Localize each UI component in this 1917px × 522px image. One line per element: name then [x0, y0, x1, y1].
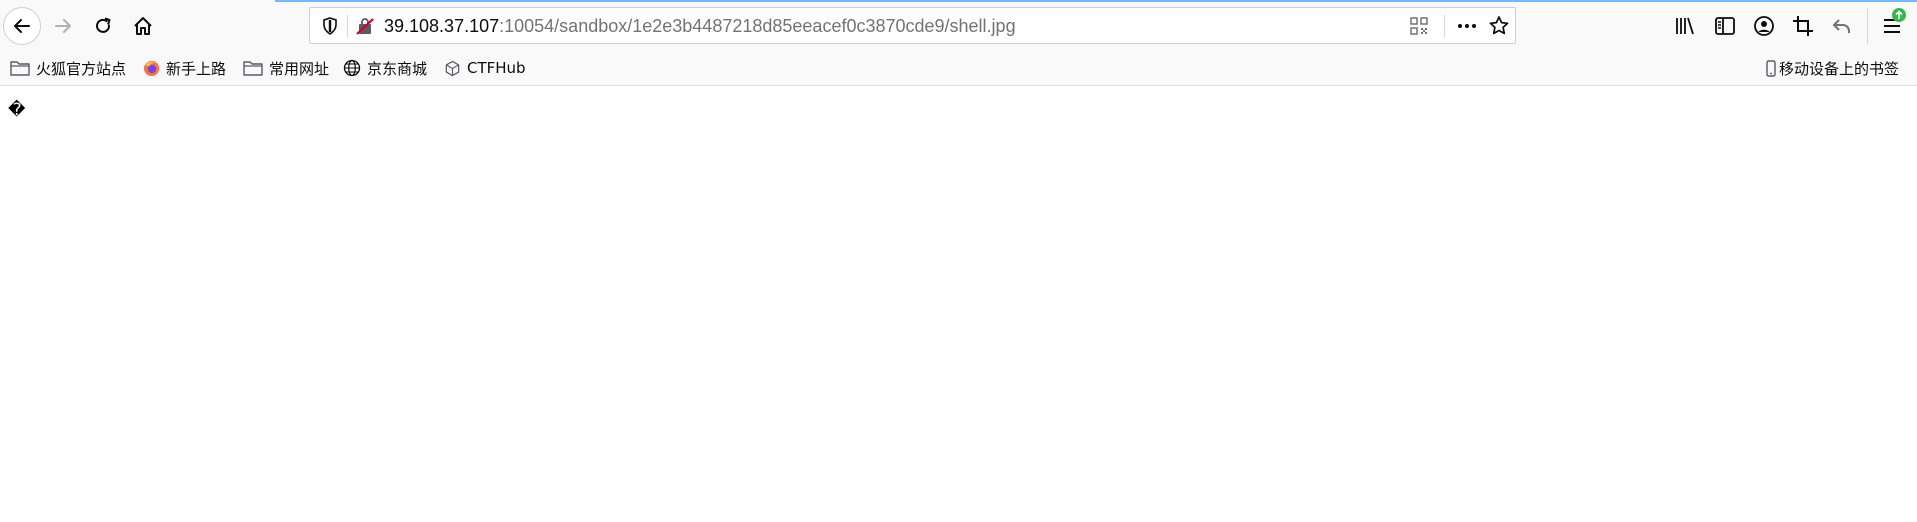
url-host: 39.108.37.107	[384, 16, 500, 36]
bookmark-label: 京东商城	[367, 59, 428, 78]
bookmark-label: 火狐官方站点	[36, 59, 127, 78]
page-content-text: �	[8, 100, 26, 120]
back-button[interactable]	[3, 7, 41, 45]
bookmark-item[interactable]: 常用网址	[243, 57, 329, 79]
bookmarks-toolbar: 火狐官方站点 新手上路 常用网址 京东商城 CTFHub 移动设备上的书签	[0, 51, 1917, 86]
page-actions-icon[interactable]	[1453, 14, 1481, 38]
bookmark-item[interactable]: CTFHub	[444, 57, 526, 79]
folder-icon	[10, 61, 30, 76]
firefox-icon	[143, 60, 160, 76]
url-bar-separator	[347, 15, 348, 37]
back-icon	[14, 19, 30, 33]
mobile-device-icon	[1766, 59, 1776, 77]
tracking-shield-icon[interactable]	[320, 16, 340, 36]
globe-icon	[343, 59, 361, 77]
account-icon[interactable]	[1752, 14, 1776, 38]
folder-icon	[243, 61, 263, 76]
bookmark-item[interactable]: 火狐官方站点	[10, 57, 126, 79]
toolbar-separator	[1867, 8, 1868, 44]
bookmark-label: CTFHub	[467, 59, 526, 77]
library-icon[interactable]	[1673, 14, 1697, 38]
reload-button[interactable]	[85, 8, 121, 44]
url-text[interactable]: 39.108.37.107:10054/sandbox/1e2e3b448721…	[384, 15, 1016, 37]
loading-progress-line	[275, 0, 1917, 2]
reload-icon	[96, 17, 111, 33]
bookmark-label: 常用网址	[269, 59, 330, 78]
cube-icon	[445, 60, 460, 76]
bookmark-item[interactable]: 京东商城	[343, 57, 427, 79]
bookmark-star-icon[interactable]	[1487, 14, 1511, 38]
update-badge-icon	[1892, 8, 1906, 22]
forward-icon	[55, 19, 71, 33]
home-button[interactable]	[125, 8, 161, 44]
bookmark-item[interactable]: 新手上路	[143, 57, 226, 79]
home-icon	[134, 17, 152, 35]
qr-code-icon[interactable]	[1409, 16, 1429, 36]
url-bar[interactable]: 39.108.37.107:10054/sandbox/1e2e3b448721…	[309, 7, 1516, 44]
url-bar-separator	[1444, 15, 1445, 37]
screenshot-crop-icon[interactable]	[1791, 14, 1815, 38]
mobile-bookmarks[interactable]: 移动设备上的书签	[1766, 57, 1899, 79]
bookmark-label: 新手上路	[166, 59, 227, 78]
mobile-bookmarks-label: 移动设备上的书签	[1779, 59, 1900, 78]
undo-icon[interactable]	[1830, 14, 1854, 38]
insecure-connection-icon[interactable]	[355, 16, 375, 36]
sidebar-icon[interactable]	[1713, 14, 1737, 38]
forward-button[interactable]	[45, 8, 81, 44]
url-path: :10054/sandbox/1e2e3b4487218d85eeacef0c3…	[499, 16, 1016, 36]
navigation-toolbar: 39.108.37.107:10054/sandbox/1e2e3b448721…	[0, 0, 1917, 51]
